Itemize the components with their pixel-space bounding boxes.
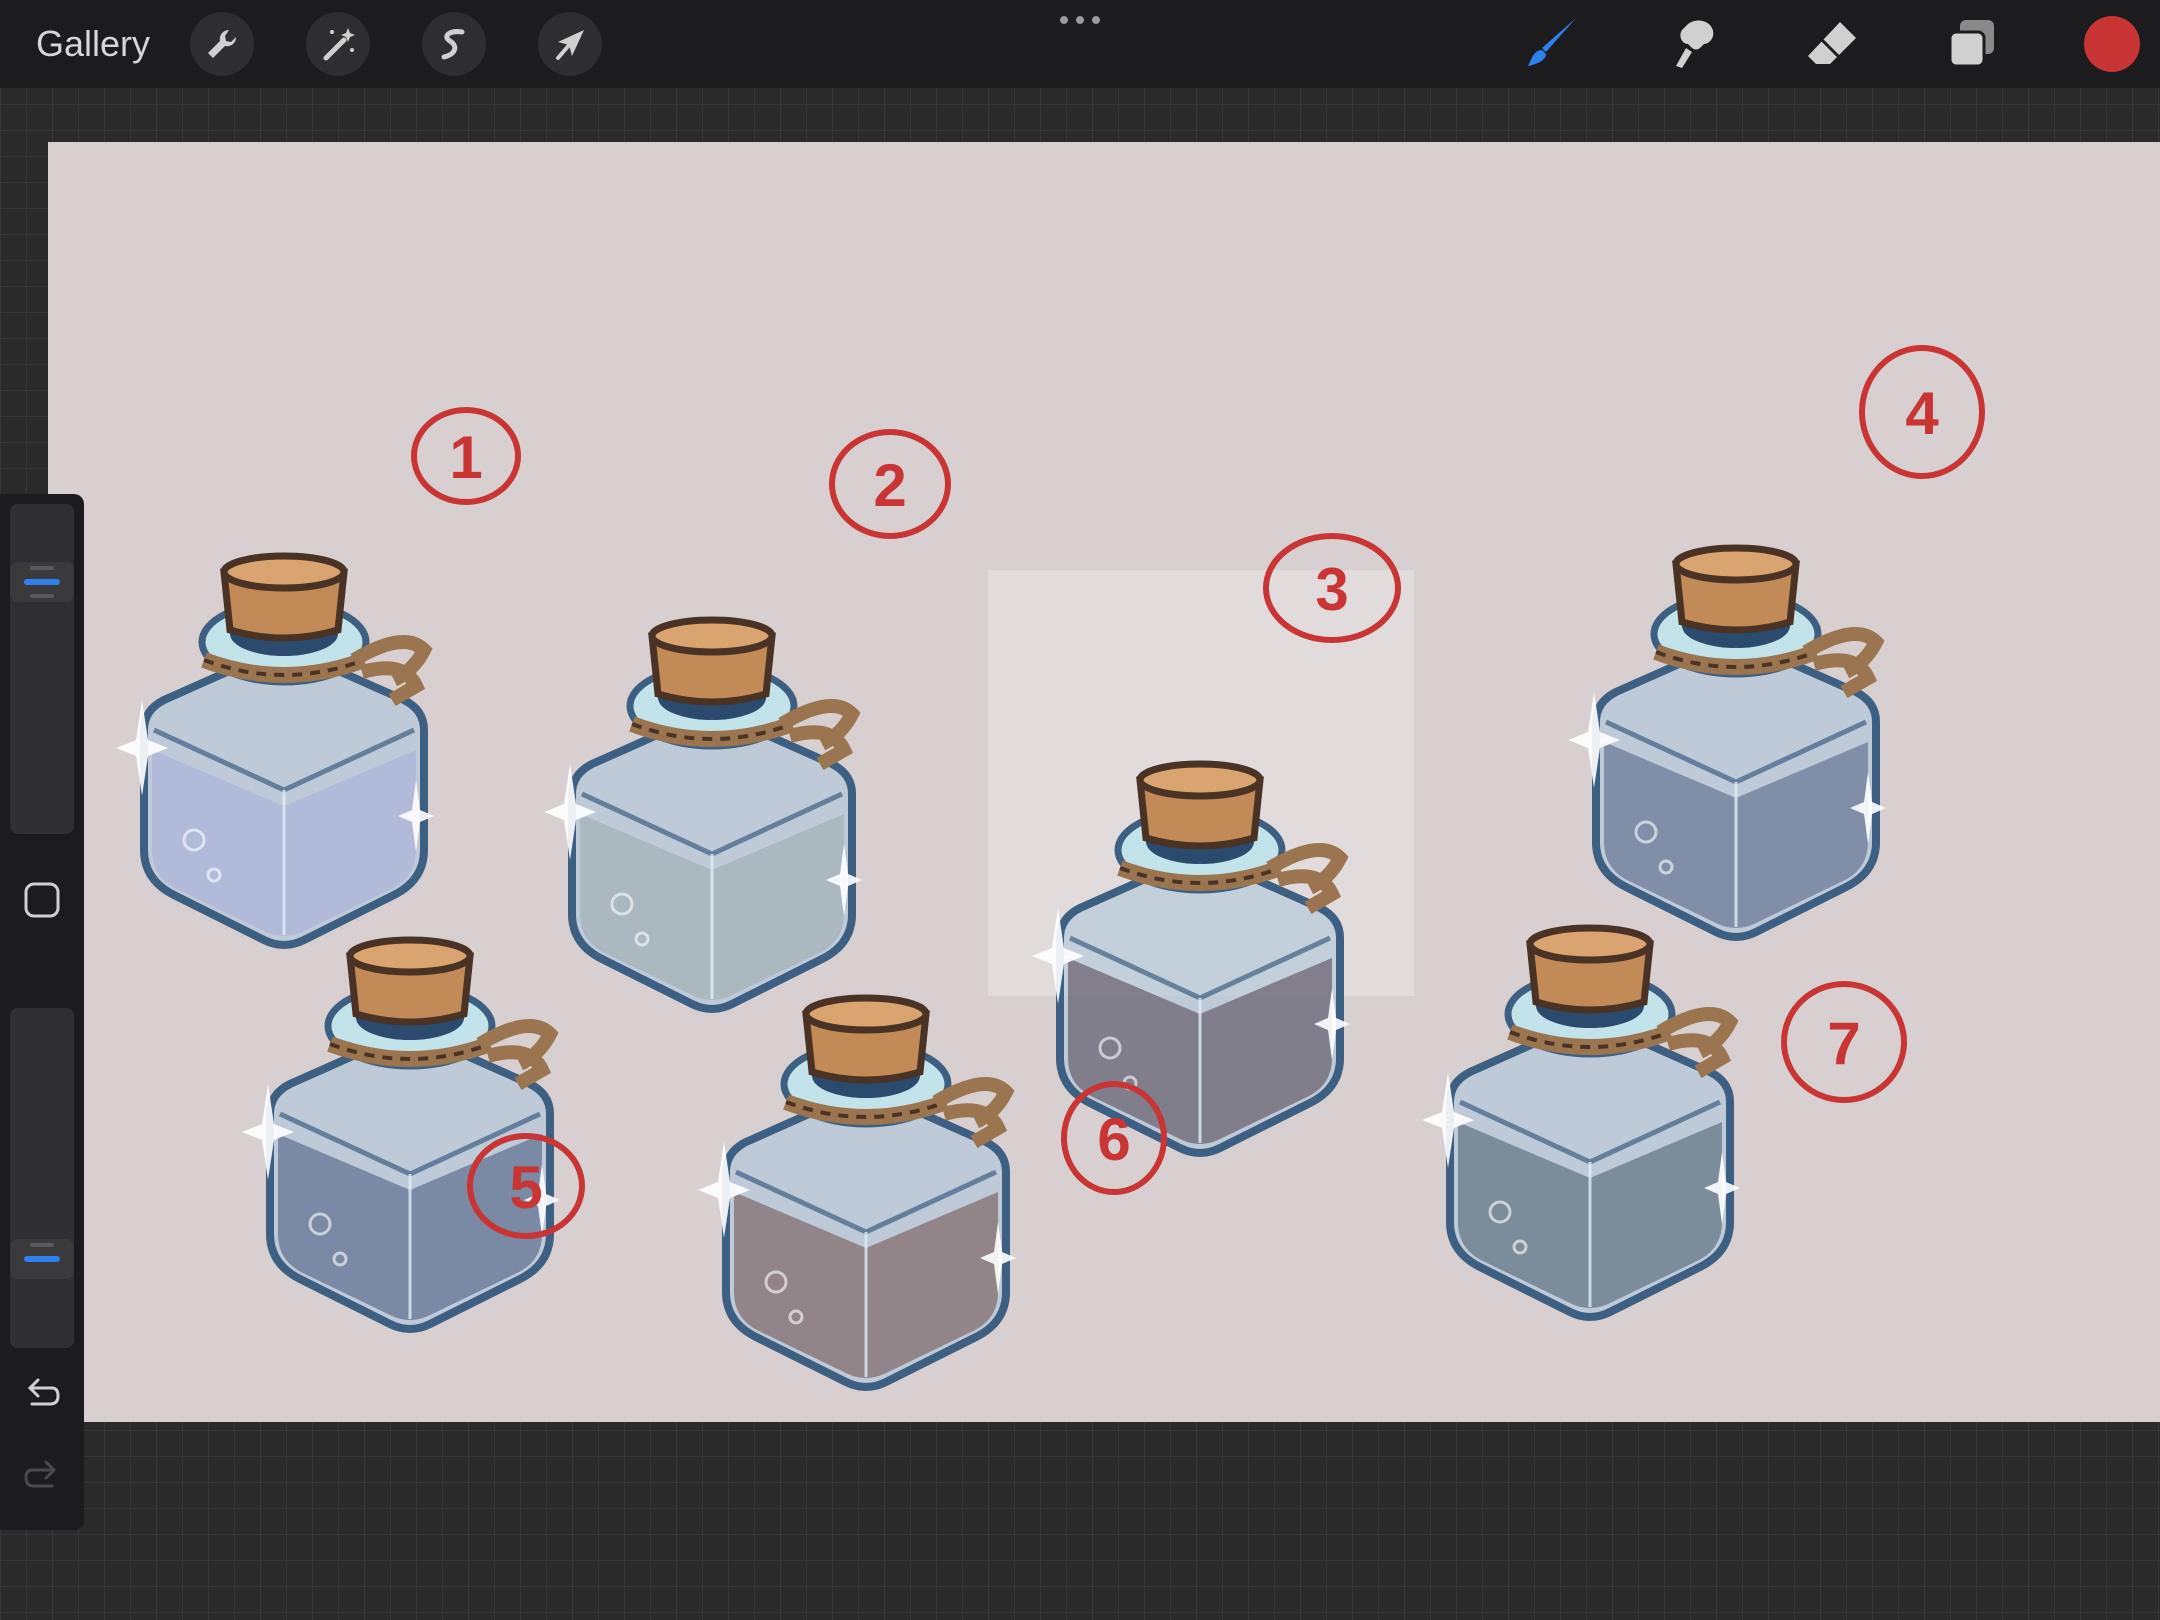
undo-button[interactable] [14, 1366, 70, 1422]
selection-button[interactable] [422, 12, 486, 76]
annotation-label-4: 4 [1905, 380, 1939, 447]
smudge-icon [1676, 20, 1714, 68]
redo-icon [24, 1460, 57, 1488]
selection-icon [441, 29, 465, 60]
annotation-label-2: 2 [873, 452, 906, 519]
redo-button[interactable] [14, 1448, 70, 1504]
modify-button[interactable] [14, 872, 70, 928]
more-options-icon[interactable] [1056, 10, 1104, 30]
annotation-label-7: 7 [1827, 1010, 1860, 1077]
brush-icon [1528, 18, 1576, 66]
potion-bottle-2 [544, 620, 862, 1009]
layers-icon [1948, 20, 1994, 68]
canvas-artwork: 1 2 3 4 5 6 7 [48, 345, 1985, 1422]
layers-button[interactable] [1940, 12, 2004, 76]
undo-icon [27, 1378, 60, 1406]
opacity-thumb[interactable] [10, 1239, 74, 1279]
brush-tool-button[interactable] [1520, 12, 1584, 76]
adjustments-button[interactable] [306, 12, 370, 76]
annotation-label-5: 5 [509, 1154, 542, 1221]
opacity-slider[interactable] [10, 1008, 74, 1348]
transform-button[interactable] [538, 12, 602, 76]
top-toolbar: Gallery [0, 0, 2160, 88]
brush-size-slider[interactable] [10, 504, 74, 834]
potion-bottle-4 [1568, 548, 1886, 937]
annotation-label-6: 6 [1097, 1106, 1130, 1173]
annotation-label-3: 3 [1315, 556, 1348, 623]
color-swatch[interactable] [2084, 16, 2140, 72]
left-sidebar [0, 494, 84, 1530]
annotation-label-1: 1 [449, 424, 482, 491]
drawing-canvas[interactable]: 1 2 3 4 5 6 7 [48, 142, 2160, 1422]
actions-button[interactable] [190, 12, 254, 76]
wrench-icon [208, 29, 237, 58]
potion-bottle-7 [1422, 928, 1740, 1317]
potion-bottle-6 [698, 998, 1016, 1387]
eraser-tool-button[interactable] [1800, 12, 1864, 76]
transform-arrow-icon [556, 30, 584, 60]
potion-bottle-1 [116, 556, 434, 945]
smudge-tool-button[interactable] [1660, 12, 1724, 76]
eraser-icon [1808, 22, 1856, 64]
gallery-button[interactable]: Gallery [36, 20, 150, 68]
magic-wand-icon [323, 28, 355, 61]
square-icon [24, 882, 60, 918]
brush-size-thumb[interactable] [10, 562, 74, 602]
